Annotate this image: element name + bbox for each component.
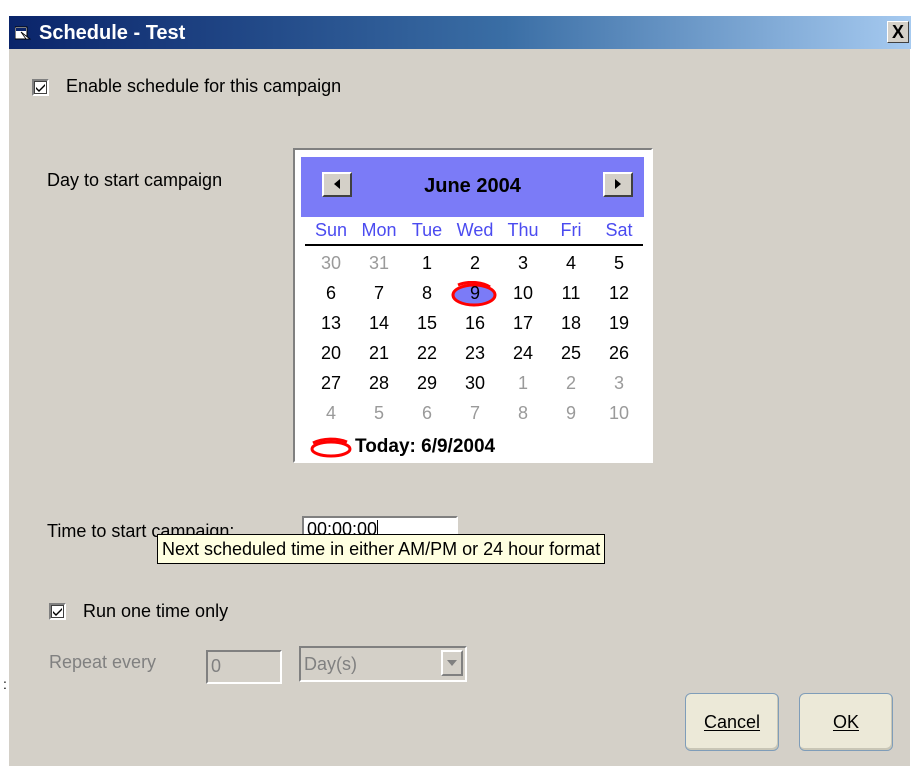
calendar-day[interactable]: 3: [499, 250, 547, 276]
calendar-day[interactable]: 29: [403, 370, 451, 396]
calendar-day[interactable]: 28: [355, 370, 403, 396]
weekday-tue: Tue: [411, 220, 443, 240]
repeat-every-label: Repeat every: [49, 652, 157, 672]
calendar-day[interactable]: 24: [499, 340, 547, 366]
tooltip-text: Next scheduled time in either AM/PM or 2…: [162, 539, 601, 559]
checkmark-icon: [53, 608, 62, 616]
edge-marker: :: [3, 676, 7, 692]
calendar-day[interactable]: 14: [355, 310, 403, 336]
repeat-unit-select[interactable]: Day(s): [299, 646, 467, 682]
calendar-day[interactable]: 30: [307, 250, 355, 276]
run-once-label[interactable]: Run one time only: [83, 600, 228, 622]
today-circle-icon: [310, 437, 352, 458]
calendar-day[interactable]: 1: [403, 250, 451, 276]
calendar-day[interactable]: 6: [307, 280, 355, 306]
next-month-button[interactable]: [603, 172, 633, 197]
calendar-day[interactable]: 30: [451, 370, 499, 396]
calendar-day[interactable]: 12: [595, 280, 643, 306]
calendar-day[interactable]: 21: [355, 340, 403, 366]
calendar-day[interactable]: 4: [547, 250, 595, 276]
calendar-day[interactable]: 6: [403, 400, 451, 426]
weekday-sat: Sat: [605, 220, 633, 240]
calendar-day[interactable]: 17: [499, 310, 547, 336]
checkmark-icon: [36, 84, 45, 92]
chevron-down-icon: [447, 660, 457, 666]
calendar-day[interactable]: 7: [355, 280, 403, 306]
calendar-day[interactable]: 2: [451, 250, 499, 276]
ok-button[interactable]: OK: [799, 693, 893, 751]
cancel-button[interactable]: Cancel: [685, 693, 779, 751]
arrow-left-icon: [334, 179, 340, 189]
calendar-day[interactable]: 8: [403, 280, 451, 306]
calendar-day[interactable]: 4: [307, 400, 355, 426]
calendar-day[interactable]: 5: [595, 250, 643, 276]
calendar-header: June 2004: [301, 157, 644, 217]
enable-schedule-checkbox[interactable]: [32, 79, 49, 96]
calendar-day[interactable]: 16: [451, 310, 499, 336]
calendar-day[interactable]: 9: [547, 400, 595, 426]
start-time-tooltip: Next scheduled time in either AM/PM or 2…: [157, 534, 606, 564]
calendar-day[interactable]: 18: [547, 310, 595, 336]
run-once-checkbox[interactable]: [49, 603, 66, 620]
calendar-day[interactable]: 3: [595, 370, 643, 396]
month-calendar[interactable]: June 2004 Sun Mon Tue Wed Thu Fri Sat 30…: [293, 148, 653, 463]
repeat-count-value: 0: [211, 656, 222, 676]
calendar-day[interactable]: 7: [451, 400, 499, 426]
month-year-label: June 2004: [424, 175, 521, 197]
calendar-day[interactable]: 10: [499, 280, 547, 306]
calendar-day[interactable]: 26: [595, 340, 643, 366]
calendar-day[interactable]: 20: [307, 340, 355, 366]
weekday-thu: Thu: [507, 220, 539, 240]
weekday-divider: [305, 244, 643, 246]
calendar-day[interactable]: 10: [595, 400, 643, 426]
calendar-day[interactable]: 27: [307, 370, 355, 396]
day-to-start-label: Day to start campaign: [47, 170, 223, 190]
calendar-day[interactable]: 9: [451, 280, 499, 306]
today-label: Today: 6/9/2004: [355, 436, 496, 457]
arrow-right-icon: [615, 179, 621, 189]
enable-schedule-label[interactable]: Enable schedule for this campaign: [66, 75, 341, 97]
calendar-day[interactable]: 19: [595, 310, 643, 336]
repeat-unit-value: Day(s): [304, 654, 357, 674]
window-title: Schedule - Test: [39, 22, 186, 44]
calendar-day[interactable]: 15: [403, 310, 451, 336]
calendar-day[interactable]: 22: [403, 340, 451, 366]
calendar-day[interactable]: 25: [547, 340, 595, 366]
weekday-mon: Mon: [361, 220, 397, 240]
weekday-sun: Sun: [314, 220, 348, 240]
calendar-day[interactable]: 8: [499, 400, 547, 426]
calendar-day[interactable]: 1: [499, 370, 547, 396]
calendar-day[interactable]: 11: [547, 280, 595, 306]
close-icon: X: [891, 22, 904, 42]
weekday-fri: Fri: [560, 220, 582, 240]
ok-button-label: OK: [832, 712, 859, 732]
repeat-unit-dropdown-button[interactable]: [441, 650, 463, 676]
window-app-icon: [15, 26, 31, 40]
calendar-day[interactable]: 13: [307, 310, 355, 336]
close-button[interactable]: X: [887, 21, 909, 43]
weekday-wed: Wed: [456, 220, 494, 240]
calendar-day[interactable]: 5: [355, 400, 403, 426]
prev-month-button[interactable]: [322, 172, 352, 197]
calendar-day[interactable]: 23: [451, 340, 499, 366]
calendar-day[interactable]: 31: [355, 250, 403, 276]
calendar-day[interactable]: 2: [547, 370, 595, 396]
title-bar[interactable]: Schedule - Test X: [9, 16, 911, 49]
cancel-button-label: Cancel: [703, 712, 761, 732]
repeat-count-input[interactable]: 0: [206, 650, 282, 684]
